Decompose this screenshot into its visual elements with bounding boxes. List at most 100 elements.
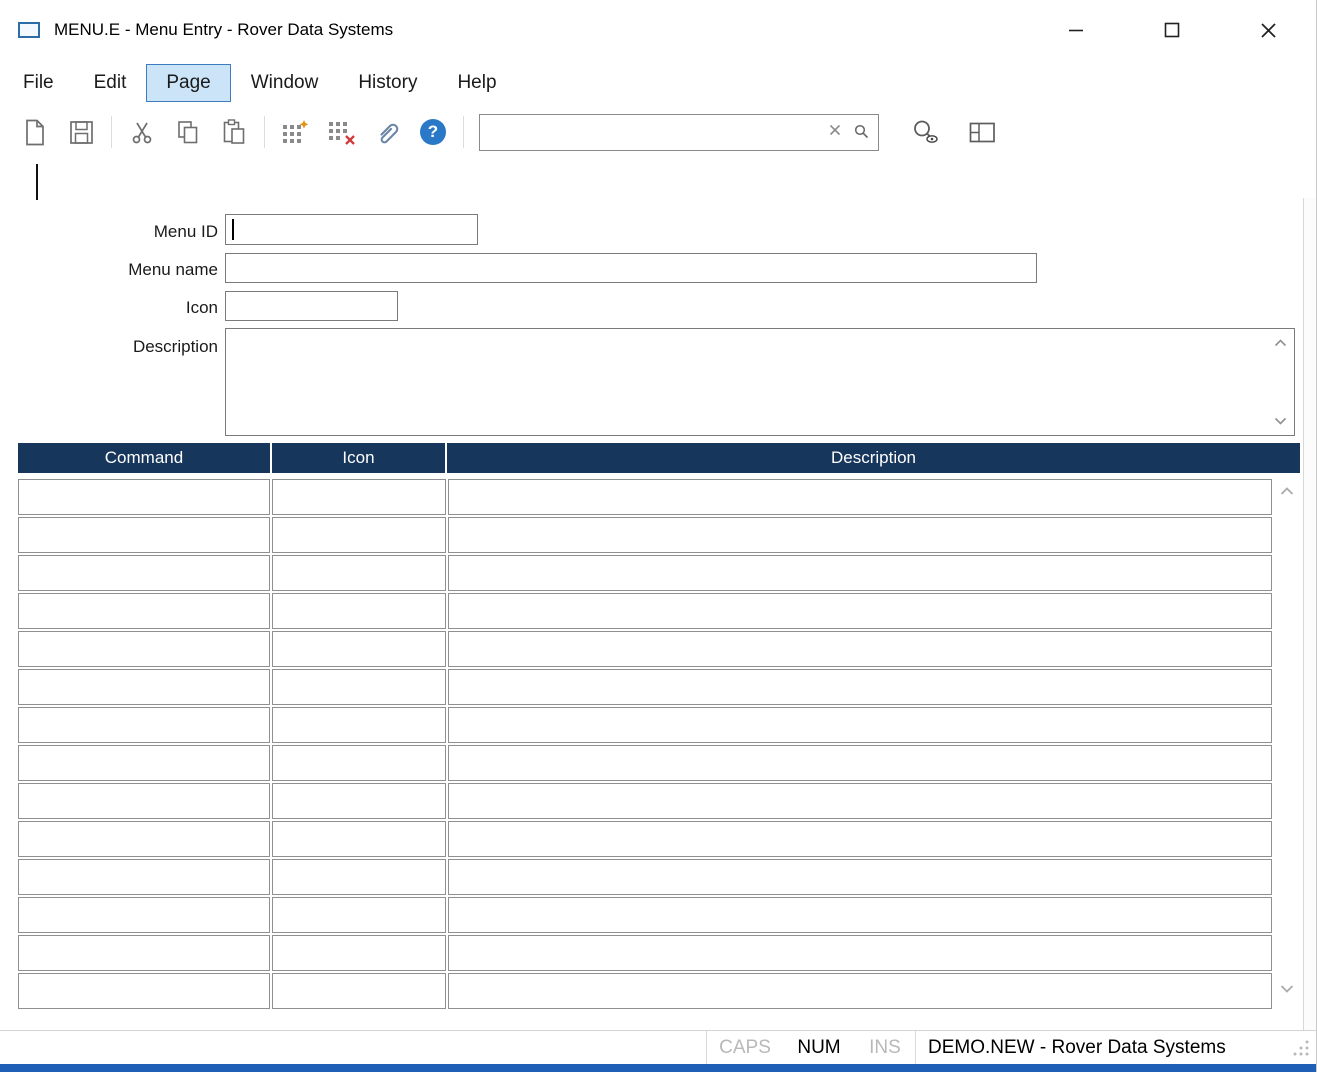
grid-icon-cell[interactable]	[272, 631, 446, 667]
grid-description-cell[interactable]	[448, 973, 1272, 1009]
search-input[interactable]	[479, 114, 879, 151]
text-caret	[36, 164, 38, 200]
help-button[interactable]: ?	[410, 111, 456, 153]
menu-item-file[interactable]: File	[3, 64, 74, 102]
maximize-button[interactable]	[1124, 0, 1220, 60]
resize-grip-icon	[1292, 1039, 1310, 1057]
window-scrollbar[interactable]	[1303, 198, 1317, 1032]
lookup-preview-button[interactable]	[903, 111, 949, 153]
menu-item-history[interactable]: History	[338, 64, 437, 102]
input-caret	[232, 219, 234, 240]
icon-field[interactable]	[225, 291, 398, 321]
table-row	[18, 897, 1272, 933]
grid-body-rows	[18, 479, 1272, 1009]
grid-description-cell[interactable]	[448, 859, 1272, 895]
grid-command-cell[interactable]	[18, 745, 270, 781]
grid-icon-cell[interactable]	[272, 479, 446, 515]
grid-icon-cell[interactable]	[272, 593, 446, 629]
grid-description-cell[interactable]	[448, 707, 1272, 743]
grid-command-cell[interactable]	[18, 821, 270, 857]
grid-description-cell[interactable]	[448, 745, 1272, 781]
menu-item-page[interactable]: Page	[146, 64, 230, 102]
lookup-preview-icon	[912, 119, 940, 145]
scroll-up-icon[interactable]	[1280, 487, 1294, 496]
session-label: DEMO.NEW - Rover Data Systems	[928, 1037, 1286, 1059]
attachment-button[interactable]	[364, 111, 410, 153]
grid-command-cell[interactable]	[18, 783, 270, 819]
grid-description-cell[interactable]	[448, 669, 1272, 705]
grid-description-cell[interactable]	[448, 821, 1272, 857]
layout-icon	[969, 121, 996, 144]
menu-name-label: Menu name	[0, 260, 218, 280]
app-icon	[18, 22, 40, 38]
clear-search-icon[interactable]	[829, 124, 841, 136]
new-document-button[interactable]	[12, 111, 58, 153]
status-bar: CAPS NUM INS DEMO.NEW - Rover Data Syste…	[0, 1030, 1316, 1064]
grid-command-cell[interactable]	[18, 669, 270, 705]
grid-description-cell[interactable]	[448, 479, 1272, 515]
description-field[interactable]	[225, 328, 1295, 436]
grid-command-cell[interactable]	[18, 935, 270, 971]
grid-command-cell[interactable]	[18, 593, 270, 629]
save-button[interactable]	[58, 111, 104, 153]
grid-icon-cell[interactable]	[272, 859, 446, 895]
grid-command-cell[interactable]	[18, 973, 270, 1009]
grid-description-cell[interactable]	[448, 555, 1272, 591]
grid-scrollbar[interactable]	[1274, 479, 1300, 1011]
grid-icon-cell[interactable]	[272, 935, 446, 971]
grid-description-cell[interactable]	[448, 935, 1272, 971]
grid-description-cell[interactable]	[448, 783, 1272, 819]
grid-icon-cell[interactable]	[272, 517, 446, 553]
grid-icon-cell[interactable]	[272, 745, 446, 781]
menu-id-field[interactable]	[225, 214, 478, 245]
grid-icon-cell[interactable]	[272, 555, 446, 591]
grid-description-cell[interactable]	[448, 517, 1272, 553]
paste-button[interactable]	[211, 111, 257, 153]
table-row	[18, 973, 1272, 1009]
grid-command-cell[interactable]	[18, 517, 270, 553]
grid-icon-cell[interactable]	[272, 973, 446, 1009]
menu-item-window[interactable]: Window	[231, 64, 339, 102]
cut-button[interactable]	[119, 111, 165, 153]
close-button[interactable]	[1220, 0, 1316, 60]
grid-command-cell[interactable]	[18, 859, 270, 895]
caps-indicator: CAPS	[707, 1037, 783, 1059]
menu-item-help[interactable]: Help	[437, 64, 516, 102]
grid-icon-cell[interactable]	[272, 783, 446, 819]
toolbar-separator	[111, 116, 112, 148]
scroll-up-icon[interactable]	[1274, 339, 1287, 347]
grid-insert-button[interactable]	[272, 111, 318, 153]
menu-id-label: Menu ID	[0, 222, 218, 242]
window-title: MENU.E - Menu Entry - Rover Data Systems	[54, 20, 393, 40]
grid-command-cell[interactable]	[18, 631, 270, 667]
grid-description-cell[interactable]	[448, 897, 1272, 933]
maximize-icon	[1164, 22, 1180, 38]
status-separator	[915, 1031, 916, 1064]
table-row	[18, 745, 1272, 781]
title-bar: MENU.E - Menu Entry - Rover Data Systems	[0, 0, 1316, 60]
grid-description-cell[interactable]	[448, 593, 1272, 629]
grid-body	[18, 479, 1300, 1009]
grid-header: Command Icon Description	[18, 443, 1300, 473]
grid-icon-cell[interactable]	[272, 897, 446, 933]
grid-delete-button[interactable]	[318, 111, 364, 153]
grid-command-cell[interactable]	[18, 707, 270, 743]
scroll-down-icon[interactable]	[1280, 984, 1294, 993]
grid-command-cell[interactable]	[18, 897, 270, 933]
grid-command-cell[interactable]	[18, 555, 270, 591]
menu-item-edit[interactable]: Edit	[74, 64, 147, 102]
scroll-down-icon[interactable]	[1274, 417, 1287, 425]
copy-button[interactable]	[165, 111, 211, 153]
resize-grip[interactable]	[1286, 1039, 1316, 1057]
table-row	[18, 555, 1272, 591]
minimize-button[interactable]	[1028, 0, 1124, 60]
grid-icon-cell[interactable]	[272, 707, 446, 743]
layout-button[interactable]	[959, 111, 1005, 153]
description-label: Description	[0, 337, 218, 357]
grid-description-cell[interactable]	[448, 631, 1272, 667]
search-icon[interactable]	[854, 124, 869, 139]
grid-icon-cell[interactable]	[272, 669, 446, 705]
menu-name-field[interactable]	[225, 253, 1037, 283]
grid-command-cell[interactable]	[18, 479, 270, 515]
grid-icon-cell[interactable]	[272, 821, 446, 857]
